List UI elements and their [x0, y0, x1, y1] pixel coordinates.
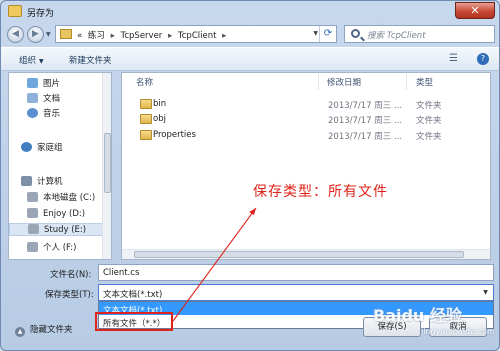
sidebar-item-homegroup[interactable]: 家庭组	[21, 141, 63, 154]
savetype-select[interactable]: 文本文档(*.txt) ▼	[98, 284, 494, 301]
folder-icon	[140, 114, 152, 124]
horizontal-scrollbar[interactable]	[122, 249, 490, 259]
drive-icon	[27, 192, 38, 202]
save-as-dialog: 另存为 ✕ ◀ ▶ ▼ « 练习 ▸ TcpServer ▸ TcpClient…	[0, 0, 500, 351]
sidebar-item-drive-e[interactable]: Study (E:)	[9, 223, 111, 236]
file-name: bin	[153, 99, 167, 109]
breadcrumb-item[interactable]: TcpClient	[178, 31, 216, 41]
view-icon[interactable]: ☰	[449, 53, 458, 64]
documents-icon	[27, 93, 38, 103]
scrollbar-thumb[interactable]	[134, 251, 464, 258]
sidebar-item-label: 音乐	[43, 109, 61, 119]
hide-folders-label: 隐藏文件夹	[30, 325, 73, 335]
savetype-label: 保存类型(T):	[45, 290, 94, 300]
folder-icon	[8, 5, 22, 17]
sidebar-item-label: Enjoy (D:)	[43, 209, 86, 219]
savetype-value: 文本文档(*.txt)	[103, 290, 163, 300]
file-name: obj	[153, 114, 166, 124]
drive-icon	[28, 224, 39, 234]
sidebar-item-drive-f[interactable]: 个人 (F:)	[27, 241, 76, 254]
chevron-down-icon[interactable]: ▼	[478, 285, 493, 300]
column-divider[interactable]	[318, 74, 319, 90]
search-input[interactable]: 搜索 TcpClient	[344, 25, 495, 43]
watermark-logo: Baidu 经验	[373, 306, 462, 325]
highlight-box	[95, 312, 173, 331]
breadcrumb-overflow[interactable]: «	[77, 31, 82, 41]
new-folder-button[interactable]: 新建文件夹	[69, 54, 112, 66]
sidebar-item-label: 个人 (F:)	[43, 243, 77, 253]
annotation-text: 保存类型：所有文件	[253, 184, 388, 200]
recent-pages-dropdown[interactable]: ▼	[46, 31, 51, 38]
folder-icon	[60, 29, 72, 39]
file-date: 2013/7/17 周三 ...	[328, 116, 403, 126]
file-date: 2013/7/17 周三 ...	[328, 101, 403, 111]
sidebar-item-label: 本地磁盘 (C:)	[43, 193, 96, 203]
sidebar-item-drive-c[interactable]: 本地磁盘 (C:)	[27, 191, 95, 204]
scrollbar-thumb[interactable]	[104, 133, 111, 193]
sidebar-item-drive-d[interactable]: Enjoy (D:)	[27, 208, 85, 221]
file-date: 2013/7/17 周三 ...	[328, 132, 403, 142]
sidebar-item-documents[interactable]: 文档	[27, 92, 60, 105]
computer-icon	[21, 176, 32, 186]
sidebar-item-computer[interactable]: 计算机	[21, 175, 63, 188]
column-header-name[interactable]: 名称	[136, 76, 153, 88]
back-button[interactable]: ◀	[7, 26, 24, 43]
breadcrumb-separator-icon[interactable]: ▸	[222, 31, 226, 41]
file-type: 文件夹	[416, 101, 442, 111]
sidebar-item-label: 图片	[43, 79, 61, 89]
navigation-pane: 图片 文档 音乐 家庭组 计算机 本地磁盘 (C:) Enjoy (D:) St…	[8, 72, 112, 260]
close-button[interactable]: ✕	[455, 2, 495, 19]
folder-icon	[140, 130, 152, 140]
chevron-up-icon: ▲	[15, 327, 25, 337]
folder-icon	[140, 99, 152, 109]
breadcrumb: « 练习 ▸ TcpServer ▸ TcpClient ▸	[77, 29, 229, 41]
table-row[interactable]: bin 2013/7/17 周三 ... 文件夹	[134, 97, 489, 112]
chevron-down-icon[interactable]: ▼	[313, 30, 318, 37]
drive-icon	[27, 208, 38, 218]
sidebar-item-label: 家庭组	[37, 143, 63, 153]
file-name: Properties	[153, 130, 196, 140]
title-bar: 另存为 ✕	[1, 1, 499, 23]
table-row[interactable]: obj 2013/7/17 周三 ... 文件夹	[134, 112, 489, 127]
organize-label: 组织	[19, 56, 37, 66]
command-bar: 组织 ▼ 新建文件夹 ☰ ?	[1, 47, 499, 71]
column-divider[interactable]	[406, 74, 407, 90]
breadcrumb-item[interactable]: TcpServer	[121, 31, 163, 41]
music-icon	[27, 108, 38, 118]
filename-label: 文件名(N):	[50, 270, 92, 280]
sidebar-item-label: Study (E:)	[44, 225, 87, 235]
window-title: 另存为	[27, 9, 55, 19]
sidebar-item-pictures[interactable]: 图片	[27, 77, 60, 90]
chevron-down-icon: ▼	[39, 58, 44, 65]
sidebar-item-label: 文档	[43, 94, 61, 104]
table-row[interactable]: Properties 2013/7/17 周三 ... 文件夹	[134, 128, 489, 143]
search-icon	[351, 29, 360, 38]
forward-button[interactable]: ▶	[27, 26, 44, 43]
column-header-type[interactable]: 类型	[416, 76, 433, 88]
drive-icon	[27, 242, 38, 252]
hide-folders-toggle[interactable]: ▲ 隐藏文件夹	[15, 323, 73, 337]
refresh-button[interactable]: ⟳	[319, 26, 336, 42]
homegroup-icon	[21, 142, 32, 152]
breadcrumb-item[interactable]: 练习	[88, 31, 105, 41]
help-icon[interactable]: ?	[477, 53, 489, 65]
file-type: 文件夹	[416, 116, 442, 126]
nav-scrollbar[interactable]	[102, 73, 111, 259]
file-type: 文件夹	[416, 132, 442, 142]
organize-button[interactable]: 组织 ▼	[19, 54, 44, 66]
sidebar-item-label: 计算机	[37, 177, 63, 187]
watermark-url: jingyan.baidu.com	[421, 327, 495, 336]
pictures-icon	[27, 78, 38, 88]
breadcrumb-separator-icon[interactable]: ▸	[168, 31, 172, 41]
sidebar-item-music[interactable]: 音乐	[27, 107, 60, 120]
filename-field[interactable]: Client.cs	[98, 264, 494, 281]
file-list: 名称 修改日期 类型 bin 2013/7/17 周三 ... 文件夹 obj …	[121, 72, 491, 260]
address-field[interactable]: « 练习 ▸ TcpServer ▸ TcpClient ▸ ▼ ⟳	[55, 25, 337, 43]
column-header-date[interactable]: 修改日期	[327, 76, 361, 88]
search-placeholder: 搜索 TcpClient	[367, 31, 426, 41]
address-bar-row: ◀ ▶ ▼ « 练习 ▸ TcpServer ▸ TcpClient ▸ ▼ ⟳…	[1, 23, 499, 45]
breadcrumb-separator-icon[interactable]: ▸	[111, 31, 115, 41]
